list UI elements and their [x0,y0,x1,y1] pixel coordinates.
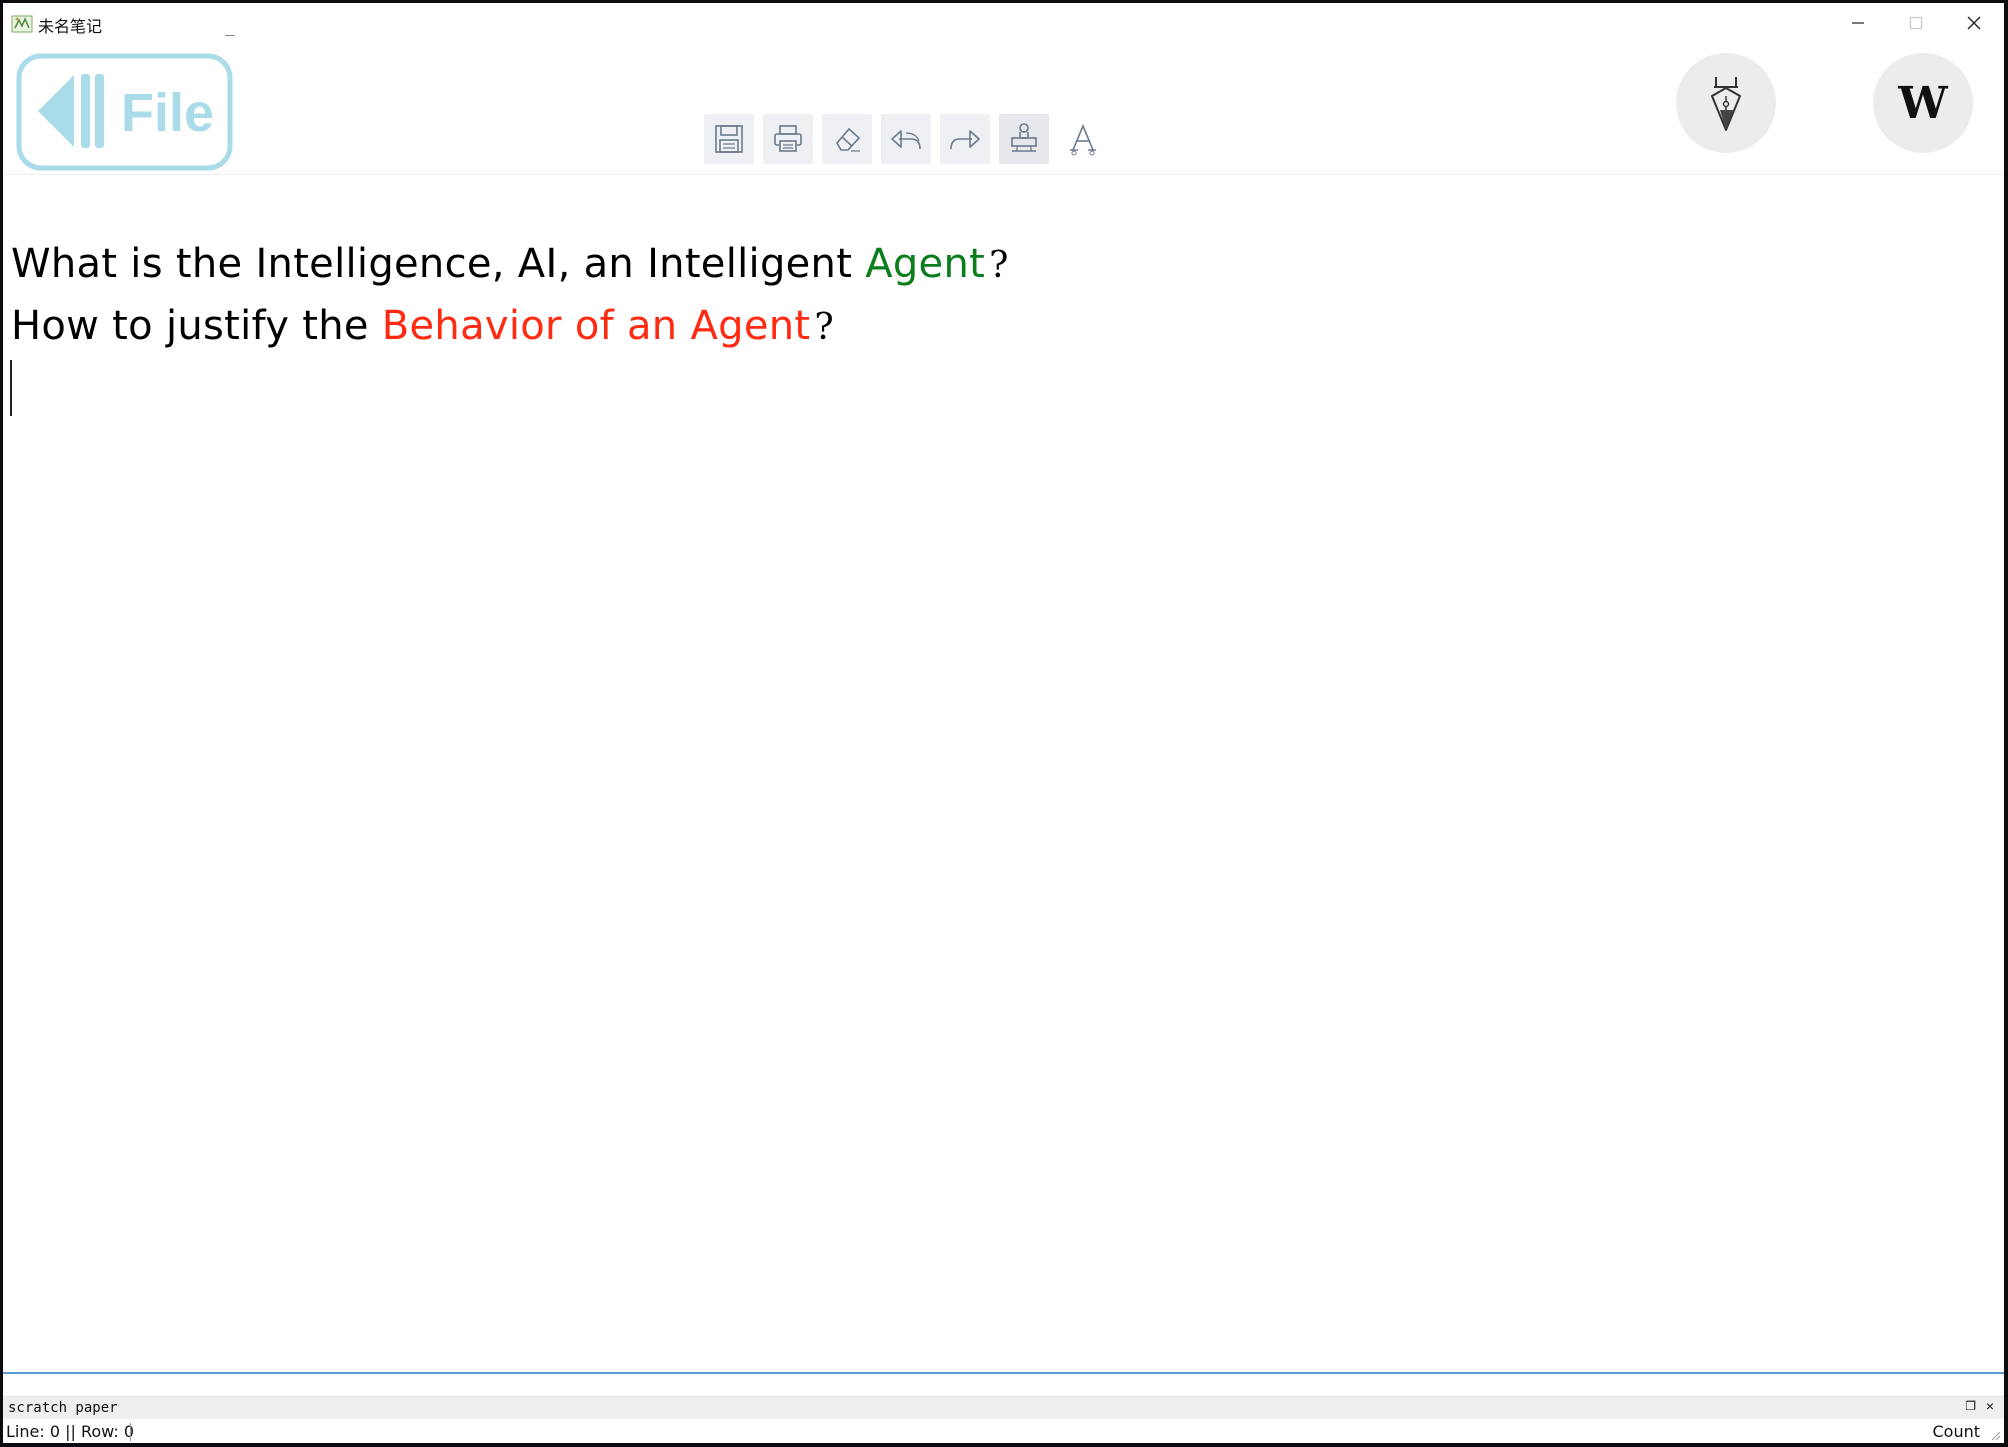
line1-question-mark: ? [989,245,1009,286]
maximize-icon [1909,16,1923,30]
stamp-button[interactable] [999,114,1049,164]
text-cursor [10,360,12,416]
line2-highlight: Behavior of an Agent [381,303,811,349]
status-separator [130,1423,131,1441]
line2-text: How to justify the [11,303,382,349]
save-button[interactable] [704,114,754,164]
editor-line-1: What is the Intelligence, AI, an Intelli… [11,241,1009,287]
title-bar: 未名笔记 [3,3,2004,43]
font-button[interactable] [1058,114,1108,164]
svg-text:W: W [1897,81,1948,125]
cursor-position: Line: 0 || Row: 0 [6,1422,135,1441]
close-icon [1967,16,1981,30]
eraser-button[interactable] [822,114,872,164]
close-button[interactable] [1945,3,2003,43]
file-label: File [121,83,214,143]
line1-highlight: Agent [865,241,986,287]
redo-icon [950,130,980,150]
line2-question-mark: ? [814,307,834,348]
scratch-paper-header: scratch paper ❐ × [3,1396,2004,1419]
toolbar [704,114,1108,166]
editor-line-2: How to justify the Behavior of an Agent? [11,303,834,349]
scratch-paper-title: scratch paper [8,1400,118,1416]
stamp-icon [1011,123,1037,152]
resize-grip-icon[interactable] [1989,1429,2001,1441]
title-underscore [225,35,235,36]
word-count-label: Count [1932,1422,1980,1441]
close-panel-icon[interactable]: × [1986,1398,1994,1414]
text-editor[interactable]: What is the Intelligence, AI, an Intelli… [3,175,2004,1371]
w-logo-icon: W [1897,81,1948,125]
print-button[interactable] [763,114,813,164]
app-icon [11,14,33,34]
save-icon [715,125,743,153]
pen-button[interactable] [1676,53,1776,153]
float-panel-icon[interactable]: ❐ [1965,1399,1976,1413]
undo-icon [891,130,921,150]
minimize-button[interactable] [1829,3,1887,43]
status-bar: Line: 0 || Row: 0 Count [3,1419,2004,1443]
print-icon [774,125,802,152]
eraser-icon [836,127,861,152]
undo-button[interactable] [881,114,931,164]
fountain-pen-icon [1711,77,1741,131]
file-button[interactable]: File [16,53,234,171]
panel-splitter[interactable] [3,1372,2004,1374]
maximize-button[interactable] [1887,3,1945,43]
minimize-icon [1852,22,1864,24]
word-button[interactable]: W [1873,53,1973,153]
font-icon [1070,123,1096,156]
window-title: 未名笔记 [38,17,103,36]
app-window: 未名笔记 File W What is the Intelligence, AI… [3,3,2004,1443]
redo-button[interactable] [940,114,990,164]
line1-text: What is the Intelligence, AI, an Intelli… [11,241,866,287]
